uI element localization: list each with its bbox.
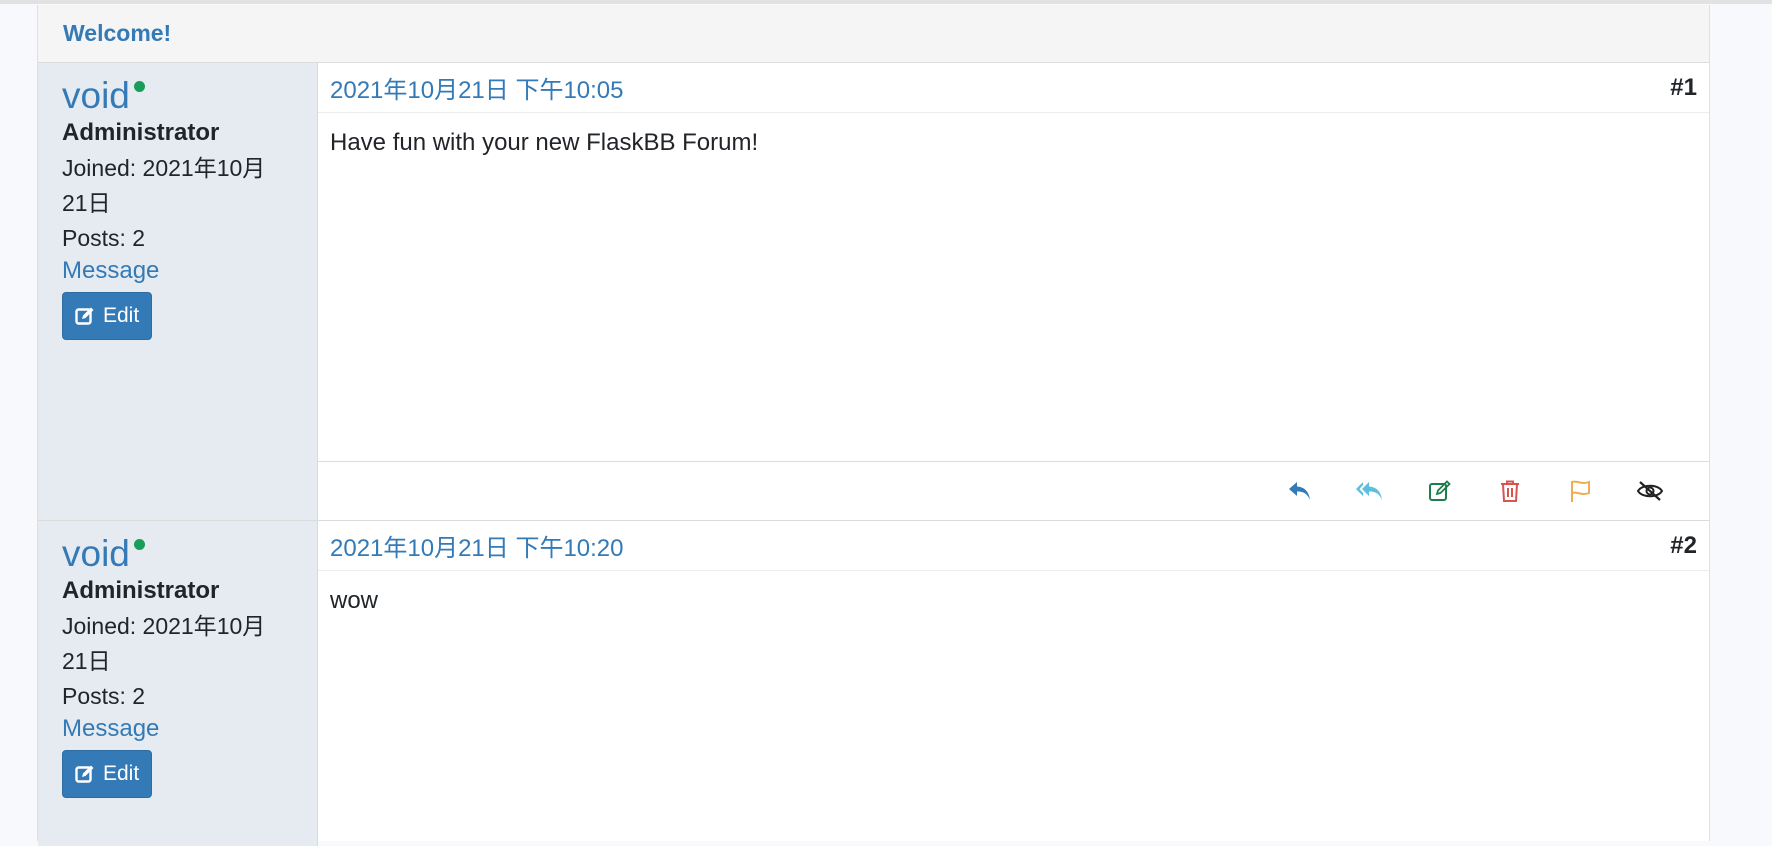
edit-button-label: Edit <box>103 304 140 327</box>
trash-icon <box>1501 480 1519 502</box>
topic-heading: Welcome! <box>38 5 1709 63</box>
online-status-icon <box>133 81 145 92</box>
message-link[interactable]: Message <box>62 256 293 286</box>
author-joined: Joined: 2021年10月 21日 <box>62 613 266 674</box>
topic-panel: Welcome! void Administrator Joined: 2021… <box>37 5 1710 846</box>
author-post-count: Posts: 2 <box>62 683 146 709</box>
author-username[interactable]: void <box>62 75 130 117</box>
post-date-link[interactable]: 2021年10月21日 下午10:20 <box>330 528 624 563</box>
post-content: 2021年10月21日 下午10:05 #1 Have fun with you… <box>318 63 1709 520</box>
topic-title[interactable]: Welcome! <box>63 20 171 47</box>
delete-post-button[interactable] <box>1475 471 1545 511</box>
edit-user-button[interactable]: Edit <box>62 750 153 798</box>
hide-post-button[interactable] <box>1615 471 1685 511</box>
post-author-panel: void Administrator Joined: 2021年10月 21日 … <box>38 63 318 520</box>
author-role: Administrator <box>62 119 220 146</box>
post-header: 2021年10月21日 下午10:05 #1 <box>318 63 1709 113</box>
edit-icon <box>75 765 94 783</box>
post-number-link[interactable]: #1 <box>1670 74 1697 102</box>
author-username[interactable]: void <box>62 533 130 575</box>
quote-button[interactable] <box>1335 471 1405 511</box>
post-author-panel: void Administrator Joined: 2021年10月 21日 … <box>38 521 318 846</box>
post-2: void Administrator Joined: 2021年10月 21日 … <box>38 521 1709 846</box>
flag-icon <box>1571 480 1590 502</box>
quote-icon <box>1356 482 1382 500</box>
author-joined: Joined: 2021年10月 21日 <box>62 155 266 216</box>
post-header: 2021年10月21日 下午10:20 #2 <box>318 521 1709 571</box>
post-body: Have fun with your new FlaskBB Forum! <box>330 129 759 156</box>
post-actions <box>318 461 1709 520</box>
top-divider <box>0 0 1772 4</box>
author-role: Administrator <box>62 577 220 604</box>
edit-button-label: Edit <box>103 762 140 785</box>
reply-button[interactable] <box>1265 471 1335 511</box>
report-post-button[interactable] <box>1545 471 1615 511</box>
author-post-count: Posts: 2 <box>62 225 146 251</box>
edit-user-button[interactable]: Edit <box>62 292 153 340</box>
edit-icon <box>1429 480 1451 501</box>
message-link[interactable]: Message <box>62 714 293 744</box>
online-status-icon <box>133 539 145 550</box>
post-date-link[interactable]: 2021年10月21日 下午10:05 <box>330 70 624 105</box>
edit-post-button[interactable] <box>1405 471 1475 511</box>
eye-slash-icon <box>1636 481 1664 501</box>
post-number-link[interactable]: #2 <box>1670 532 1697 560</box>
post-body: wow <box>330 587 379 614</box>
edit-icon <box>75 307 94 325</box>
post-1: void Administrator Joined: 2021年10月 21日 … <box>38 63 1709 521</box>
reply-icon <box>1289 482 1310 500</box>
post-content: 2021年10月21日 下午10:20 #2 wow <box>318 521 1709 846</box>
